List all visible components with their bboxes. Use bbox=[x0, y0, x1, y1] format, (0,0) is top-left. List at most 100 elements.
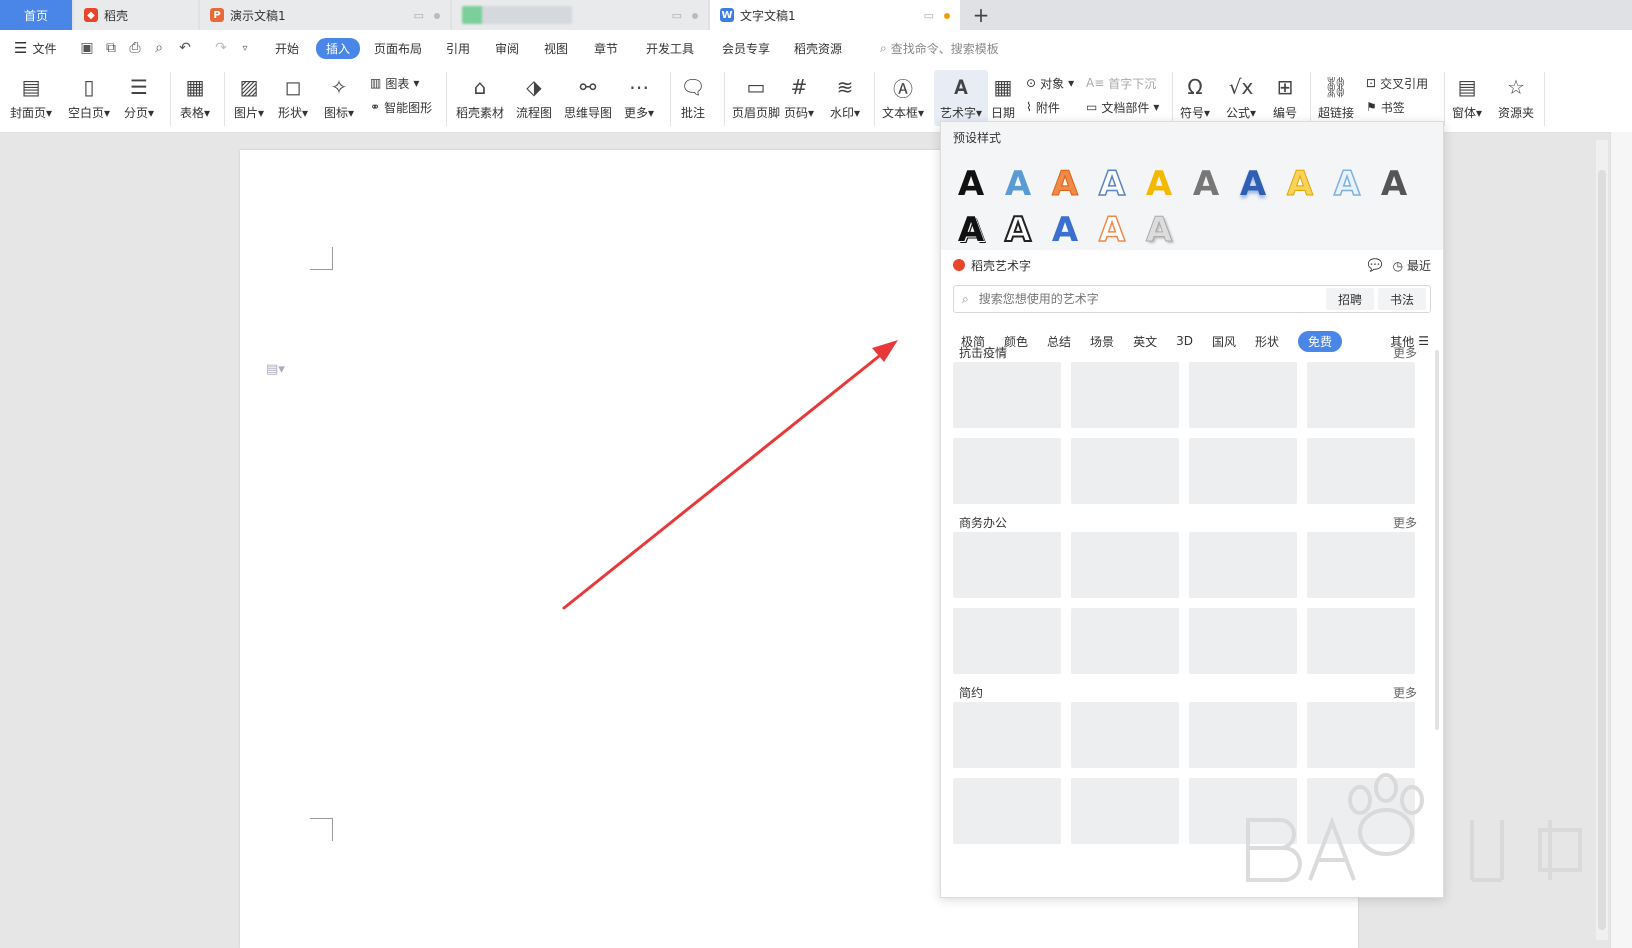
quick-access-dropdown-icon[interactable]: ▿ bbox=[236, 39, 254, 57]
menu-reference[interactable]: 引用 bbox=[446, 30, 470, 66]
wordart-preset-style[interactable]: A bbox=[1374, 164, 1414, 204]
template-thumb[interactable] bbox=[1307, 778, 1415, 844]
category-tab[interactable]: 总结 bbox=[1047, 333, 1071, 350]
numbering-button[interactable]: ⊞ 编号 bbox=[1272, 70, 1298, 126]
flowchart-button[interactable]: ⬗ 流程图 bbox=[516, 70, 552, 126]
mindmap-button[interactable]: ⚯ 思维导图 bbox=[564, 70, 612, 126]
more-button[interactable]: ⋯ 更多▾ bbox=[624, 70, 654, 126]
material-button[interactable]: ⌂ 稻壳素材 bbox=[456, 70, 504, 126]
menu-page-layout[interactable]: 页面布局 bbox=[374, 30, 422, 66]
menu-member[interactable]: 会员专享 bbox=[722, 30, 770, 66]
tab-blurred[interactable]: ▭ bbox=[452, 0, 708, 30]
template-thumb[interactable] bbox=[1071, 532, 1179, 598]
blank-page-button[interactable]: ▯ 空白页▾ bbox=[68, 70, 110, 126]
attachment-button[interactable]: ⌇ 附件 bbox=[1026, 96, 1060, 118]
new-tab-button[interactable]: + bbox=[966, 0, 996, 30]
tab-ppt[interactable]: P 演示文稿1 ▭ bbox=[200, 0, 450, 30]
print-preview-icon[interactable]: ⌕ bbox=[150, 39, 168, 57]
wordart-search-input[interactable] bbox=[976, 291, 1326, 307]
template-thumb[interactable] bbox=[1307, 702, 1415, 768]
template-thumb[interactable] bbox=[953, 702, 1061, 768]
feedback-icon[interactable]: 💬 bbox=[1368, 258, 1383, 272]
category-tab[interactable]: 免费 bbox=[1297, 330, 1342, 352]
template-thumb[interactable] bbox=[953, 532, 1061, 598]
template-thumb[interactable] bbox=[1071, 608, 1179, 674]
tab-doc[interactable]: W 文字文稿1 ▭ bbox=[710, 0, 960, 30]
table-button[interactable]: ▦ 表格▾ bbox=[180, 70, 210, 126]
dropdown-scrollbar[interactable] bbox=[1435, 350, 1439, 730]
menu-chapter[interactable]: 章节 bbox=[594, 30, 618, 66]
template-thumb[interactable] bbox=[953, 608, 1061, 674]
menu-insert[interactable]: 插入 bbox=[316, 30, 361, 66]
template-thumb[interactable] bbox=[953, 362, 1061, 428]
template-thumb[interactable] bbox=[1189, 438, 1297, 504]
comment-button[interactable]: 🗨 批注 bbox=[680, 70, 706, 126]
template-thumb[interactable] bbox=[1071, 778, 1179, 844]
category-tab[interactable]: 颜色 bbox=[1004, 333, 1028, 350]
template-thumb[interactable] bbox=[1189, 532, 1297, 598]
wordart-preset-style[interactable]: A bbox=[1233, 164, 1273, 204]
symbol-button[interactable]: Ω 符号▾ bbox=[1180, 70, 1210, 126]
header-footer-button[interactable]: ▭ 页眉页脚 bbox=[732, 70, 780, 126]
textbox-button[interactable]: Ⓐ 文本框▾ bbox=[882, 70, 924, 126]
template-thumb[interactable] bbox=[1071, 438, 1179, 504]
bookmark-button[interactable]: ⚑ 书签 bbox=[1366, 96, 1405, 118]
paragraph-handle-icon[interactable]: ▤▾ bbox=[266, 362, 285, 377]
recent-button[interactable]: ◷ 最近 bbox=[1393, 257, 1431, 274]
page-number-button[interactable]: # 页码▾ bbox=[784, 70, 814, 126]
hyperlink-button[interactable]: ⛓ 超链接 bbox=[1318, 70, 1354, 126]
chart-button[interactable]: ▥ 图表 ▾ bbox=[370, 72, 419, 94]
export-icon[interactable]: ⧉ bbox=[102, 39, 120, 57]
watermark-button[interactable]: ≋ 水印▾ bbox=[830, 70, 860, 126]
wordart-preset-style[interactable]: A bbox=[1139, 164, 1179, 204]
tag-recruit[interactable]: 招聘 bbox=[1326, 288, 1374, 310]
section-more-link[interactable]: 更多 bbox=[1393, 514, 1417, 531]
crossref-button[interactable]: ⊡ 交叉引用 bbox=[1366, 72, 1428, 94]
category-tab[interactable]: 形状 bbox=[1255, 333, 1279, 350]
wordart-preset-style[interactable]: A bbox=[951, 164, 991, 204]
print-icon[interactable]: ⎙ bbox=[126, 39, 144, 57]
wordart-preset-style[interactable]: A bbox=[951, 210, 991, 250]
wordart-preset-style[interactable]: A bbox=[1045, 164, 1085, 205]
tab-home[interactable]: 首页 bbox=[0, 0, 72, 30]
template-thumb[interactable] bbox=[1189, 778, 1297, 844]
scrollbar-thumb[interactable] bbox=[1598, 170, 1606, 930]
icon-button[interactable]: ✧ 图标▾ bbox=[324, 70, 354, 126]
wordart-preset-style[interactable]: A bbox=[1280, 164, 1320, 205]
object-button[interactable]: ⊙ 对象 ▾ bbox=[1026, 72, 1074, 94]
resource-folder-button[interactable]: ☆ 资源夹 bbox=[1498, 70, 1534, 126]
section-more-link[interactable]: 更多 bbox=[1393, 684, 1417, 701]
vertical-scrollbar[interactable] bbox=[1596, 140, 1608, 940]
undo-icon[interactable]: ↶ bbox=[176, 39, 194, 57]
save-icon[interactable]: ▣ bbox=[78, 39, 96, 57]
wordart-preset-style[interactable]: A bbox=[1327, 163, 1367, 205]
template-thumb[interactable] bbox=[953, 438, 1061, 504]
template-thumb[interactable] bbox=[1189, 362, 1297, 428]
tab-daoke[interactable]: ◆ 稻壳 bbox=[74, 0, 198, 30]
docpart-button[interactable]: ▭ 文档部件 ▾ bbox=[1086, 96, 1159, 118]
picture-button[interactable]: ▨ 图片▾ bbox=[234, 70, 264, 126]
template-thumb[interactable] bbox=[953, 778, 1061, 844]
template-thumb[interactable] bbox=[1307, 362, 1415, 428]
redo-icon[interactable]: ↷ bbox=[212, 39, 230, 57]
menu-devtools[interactable]: 开发工具 bbox=[646, 30, 694, 66]
category-tab[interactable]: 英文 bbox=[1133, 333, 1157, 350]
menu-start[interactable]: 开始 bbox=[275, 30, 299, 66]
shape-button[interactable]: ◻ 形状▾ bbox=[278, 70, 308, 126]
window-form-button[interactable]: ▤ 窗体▾ bbox=[1452, 70, 1482, 126]
template-thumb[interactable] bbox=[1071, 362, 1179, 428]
wordart-preset-style[interactable]: A bbox=[1045, 210, 1085, 250]
wordart-preset-style[interactable]: A bbox=[1092, 163, 1132, 205]
template-thumb[interactable] bbox=[1307, 438, 1415, 504]
menu-view[interactable]: 视图 bbox=[544, 30, 568, 66]
category-tab[interactable]: 场景 bbox=[1090, 333, 1114, 350]
file-menu[interactable]: ☰ 文件 bbox=[14, 30, 56, 66]
section-more-link[interactable]: 更多 bbox=[1393, 344, 1417, 361]
template-thumb[interactable] bbox=[1189, 608, 1297, 674]
wordart-preset-style[interactable]: A bbox=[1186, 164, 1226, 204]
menu-daoke-resource[interactable]: 稻壳资源 bbox=[794, 30, 842, 66]
template-thumb[interactable] bbox=[1071, 702, 1179, 768]
wordart-preset-style[interactable]: A bbox=[1092, 209, 1132, 251]
menu-review[interactable]: 审阅 bbox=[495, 30, 519, 66]
smartart-button[interactable]: ⚭ 智能图形 bbox=[370, 96, 432, 118]
